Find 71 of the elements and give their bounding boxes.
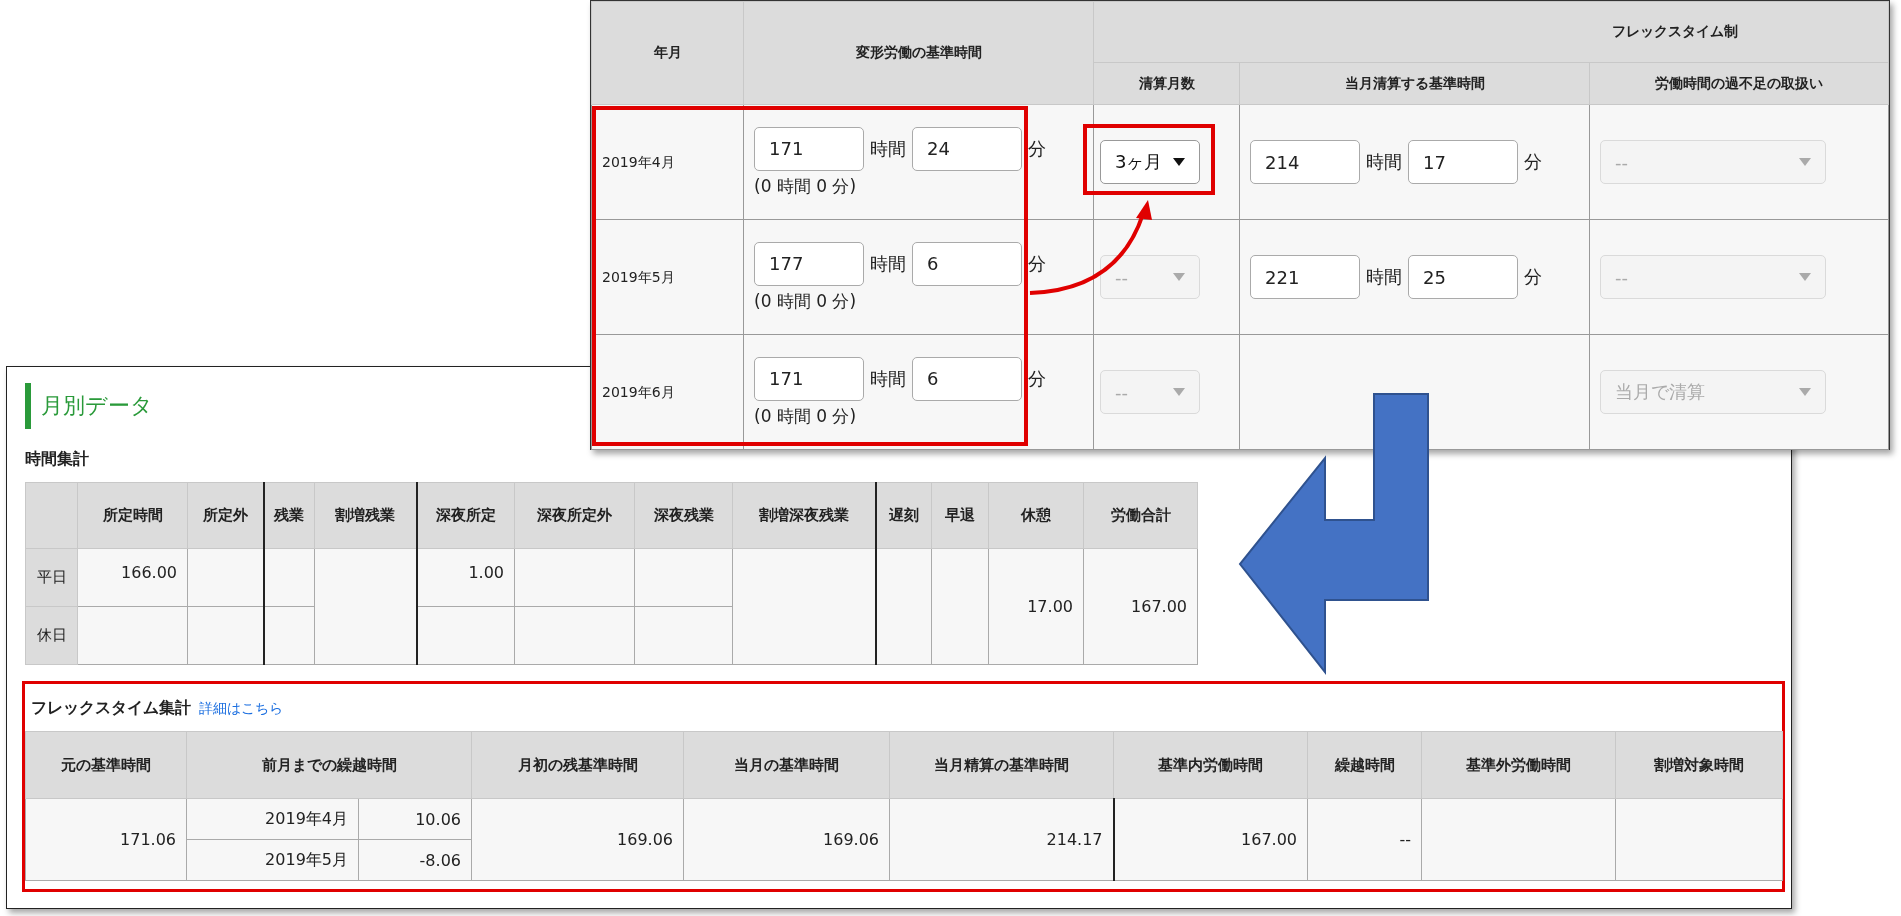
column-header: 変形労働の基準時間 xyxy=(743,1,1094,105)
note-text: (0 時間 0 分) xyxy=(754,289,858,313)
table-cell: 10.06 xyxy=(415,809,461,829)
hours-field[interactable]: 171 xyxy=(754,126,864,171)
column-header: 労働時間の過不足の取扱い xyxy=(1589,62,1889,105)
table-cell: 2019年4月 xyxy=(265,808,348,828)
table-cell: 166.00 xyxy=(121,563,177,582)
hours-field[interactable]: 214 xyxy=(1250,140,1360,184)
column-header: フレックスタイム制 xyxy=(1093,1,1889,63)
unit-label: 分 xyxy=(1028,251,1046,276)
note-text: (0 時間 0 分) xyxy=(754,404,858,428)
column-header: 労働合計 xyxy=(1083,482,1198,549)
column-header: 繰越時間 xyxy=(1307,731,1422,799)
unit-label: 分 xyxy=(1028,136,1046,161)
table-cell: -8.06 xyxy=(419,850,461,870)
column-header: 所定時間 xyxy=(77,482,188,549)
table-cell: 167.00 xyxy=(1241,830,1297,849)
table-cell: 17.00 xyxy=(1027,597,1073,616)
column-header: 年月 xyxy=(591,1,744,105)
table-cell: 171.06 xyxy=(120,830,176,849)
table-cell: -- xyxy=(1399,830,1411,849)
column-header: 当月の基準時間 xyxy=(683,731,890,799)
minutes-field[interactable]: 6 xyxy=(912,241,1022,286)
unit-label: 時間 xyxy=(870,251,906,276)
column-header: 前月までの繰越時間 xyxy=(186,731,472,799)
column-header: 深夜所定外 xyxy=(514,482,635,549)
note-text: (0 時間 0 分) xyxy=(754,174,858,198)
table-cell: 169.06 xyxy=(617,830,673,849)
unit-label: 分 xyxy=(1524,265,1542,289)
column-header: 深夜残業 xyxy=(634,482,733,549)
minutes-field[interactable]: 25 xyxy=(1408,255,1518,299)
table-cell: 169.06 xyxy=(823,830,879,849)
column-header: 割増深夜残業 xyxy=(732,482,876,549)
column-header: 割増対象時間 xyxy=(1615,731,1783,799)
column-header: 所定外 xyxy=(187,482,264,549)
unit-label: 時間 xyxy=(1366,265,1402,289)
unit-label: 時間 xyxy=(1366,150,1402,174)
row-header: 平日 xyxy=(25,548,78,607)
row-header: 休日 xyxy=(25,606,78,665)
minutes-field[interactable]: 24 xyxy=(912,126,1022,171)
column-header: 元の基準時間 xyxy=(25,731,187,799)
section-title: フレックスタイム集計 xyxy=(31,698,191,719)
column-header: 当月精算の基準時間 xyxy=(889,731,1114,799)
column-header: 当月清算する基準時間 xyxy=(1239,62,1590,105)
column-header: 基準外労働時間 xyxy=(1421,731,1616,799)
dropdown[interactable]: 3ヶ月 xyxy=(1100,140,1200,184)
column-header: 早退 xyxy=(931,482,989,549)
month-label: 2019年4月 xyxy=(602,154,675,170)
minutes-field[interactable]: 17 xyxy=(1408,140,1518,184)
table-cell: 214.17 xyxy=(1046,830,1103,849)
column-header: 清算月数 xyxy=(1093,62,1240,105)
hours-field[interactable]: 171 xyxy=(754,356,864,401)
unit-label: 分 xyxy=(1524,150,1542,174)
column-header: 残業 xyxy=(263,482,315,549)
month-label: 2019年6月 xyxy=(602,384,675,400)
section-title: 時間集計 xyxy=(25,449,90,470)
column-header: 基準内労働時間 xyxy=(1113,731,1308,799)
hours-field[interactable]: 177 xyxy=(754,241,864,286)
column-header: 深夜所定 xyxy=(416,482,515,549)
month-label: 2019年5月 xyxy=(602,269,675,285)
hours-field[interactable]: 221 xyxy=(1250,255,1360,299)
column-header: 割増残業 xyxy=(314,482,417,549)
column-header: 休憩 xyxy=(988,482,1084,549)
details-link[interactable]: 詳細はこちら xyxy=(199,700,283,718)
unit-label: 時間 xyxy=(870,136,906,161)
table-cell: 167.00 xyxy=(1131,597,1187,616)
table-cell: 1.00 xyxy=(468,563,504,582)
table-cell: 2019年5月 xyxy=(265,849,348,869)
column-header: 遅刻 xyxy=(875,482,932,549)
column-header: 月初の残基準時間 xyxy=(471,731,684,799)
minutes-field[interactable]: 6 xyxy=(912,356,1022,401)
